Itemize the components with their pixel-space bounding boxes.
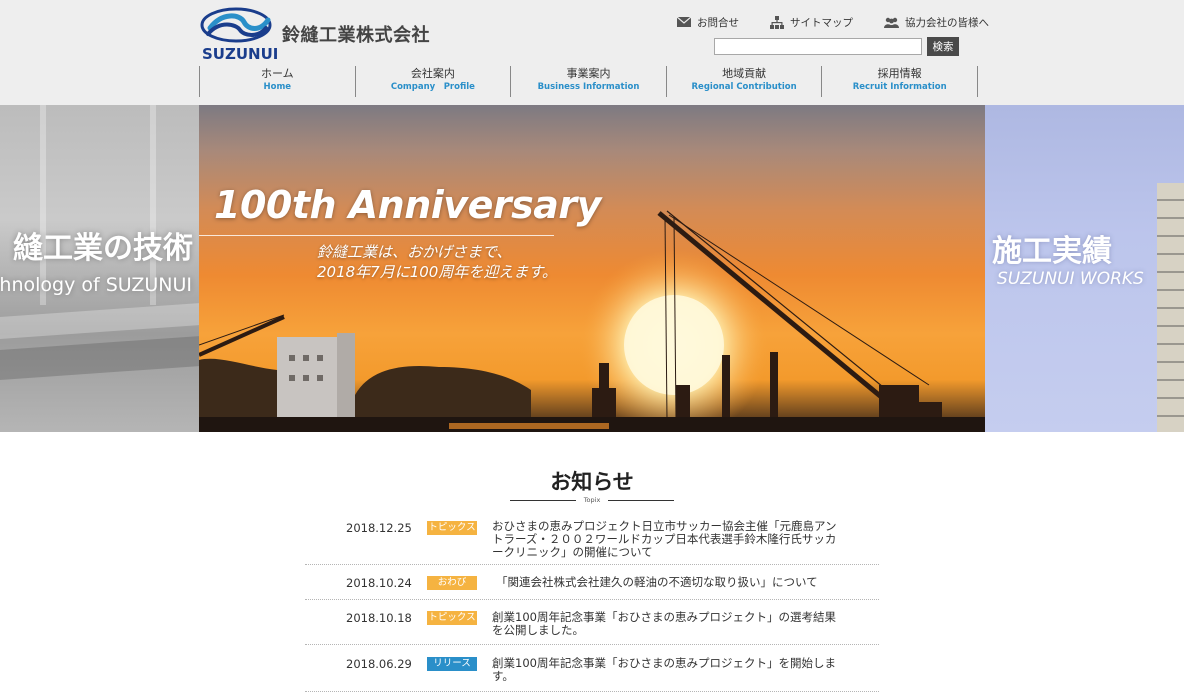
works-subtitle: SUZUNUI WORKS [997, 269, 1144, 289]
heading-divider [510, 500, 576, 501]
site-logo[interactable]: SUZUNUI 鈴縫工業株式会社 [200, 6, 450, 63]
sitemap-icon [770, 15, 784, 29]
nav-label-jp: ホーム [260, 67, 294, 80]
news-badge: トピックス [427, 521, 477, 535]
news-item[interactable]: 2018.12.25 トピックス おひさまの恵みプロジェクト日立市サッカー協会主… [305, 515, 879, 565]
nav-item-business[interactable]: 事業案内 Business Information [511, 66, 667, 97]
news-date: 2018.10.18 [346, 611, 412, 625]
logo-text-en: SUZUNUI [202, 45, 279, 63]
nav-label-en: Recruit Information [852, 82, 947, 92]
news-link[interactable]: おひさまの恵みプロジェクト日立市サッカー協会主催「元鹿島アントラーズ・２００２ワ… [492, 520, 842, 559]
news-list: 2018.12.25 トピックス おひさまの恵みプロジェクト日立市サッカー協会主… [305, 515, 879, 692]
news-heading: お知らせ [550, 470, 634, 494]
contact-label: お問合せ [697, 16, 739, 29]
anniversary-message-line1: 鈴縫工業は、おかげさまで、 [317, 243, 512, 261]
technology-subtitle: chnology of SUZUNUI [0, 274, 192, 296]
nav-item-recruit[interactable]: 採用情報 Recruit Information [822, 66, 978, 97]
site-header: SUZUNUI 鈴縫工業株式会社 お問合せ サイトマップ 協力会社の皆様へ 検索… [0, 0, 1184, 105]
nav-label-jp: 会社案内 [410, 67, 455, 80]
hero-slide-anniversary[interactable]: 100th Anniversary 鈴縫工業は、おかげさまで、 2018年7月に… [199, 105, 985, 432]
news-item[interactable]: 2018.06.29 リリース 創業100周年記念事業「おひさまの恵みプロジェク… [305, 645, 879, 692]
news-link[interactable]: 創業100周年記念事業「おひさまの恵みプロジェクト」を開始します。 [492, 657, 842, 683]
nav-label-jp: 事業案内 [566, 67, 611, 80]
sitemap-label: サイトマップ [790, 16, 853, 29]
nav-label-jp: 地域貢献 [722, 67, 767, 80]
search-button[interactable]: 検索 [927, 37, 959, 56]
news-date: 2018.06.29 [346, 657, 412, 671]
works-title: 施工実績 [992, 234, 1112, 269]
search-input[interactable] [714, 38, 922, 55]
anniversary-title: 100th Anniversary [214, 183, 601, 227]
anniversary-divider [199, 235, 554, 236]
logo-mark-icon [200, 7, 272, 43]
news-link[interactable]: 「関連会社株式会社建久の軽油の不適切な取り扱い」について [496, 576, 846, 589]
news-date: 2018.10.24 [346, 576, 412, 590]
bridge-image [0, 301, 199, 341]
heading-divider [608, 500, 674, 501]
technology-title: 縫工業の技術 [13, 231, 193, 266]
nav-item-regional[interactable]: 地域貢献 Regional Contribution [667, 66, 823, 97]
nav-label-en: Regional Contribution [691, 82, 797, 92]
news-date: 2018.12.25 [346, 521, 412, 535]
mail-icon [677, 17, 691, 27]
hero-slide-technology[interactable]: 縫工業の技術 chnology of SUZUNUI [0, 105, 199, 432]
nav-item-home[interactable]: ホーム Home [200, 66, 356, 97]
hero-slide-works[interactable]: 施工実績 SUZUNUI WORKS [985, 105, 1184, 432]
partners-label: 協力会社の皆様へ [905, 16, 989, 29]
nav-label-jp: 採用情報 [877, 67, 922, 80]
news-link[interactable]: 創業100周年記念事業「おひさまの恵みプロジェクト」の選考結果を公開しました。 [492, 611, 842, 637]
news-item[interactable]: 2018.10.18 トピックス 創業100周年記念事業「おひさまの恵みプロジェ… [305, 600, 879, 645]
news-subheading: Topix [583, 496, 601, 504]
anniversary-message-line2: 2018年7月に100周年を迎えます。 [317, 263, 557, 281]
news-item[interactable]: 2018.10.24 おわび 「関連会社株式会社建久の軽油の不適切な取り扱い」に… [305, 565, 879, 600]
building-image [1157, 183, 1184, 432]
news-badge: リリース [427, 657, 477, 671]
nav-label-en: Home [263, 82, 292, 92]
global-nav: ホーム Home 会社案内 Company Profile 事業案内 Busin… [199, 66, 978, 97]
nav-item-company[interactable]: 会社案内 Company Profile [356, 66, 512, 97]
contact-link[interactable]: お問合せ [677, 14, 739, 30]
bridge-image [0, 334, 199, 382]
sitemap-link[interactable]: サイトマップ [770, 14, 853, 30]
anniversary-message: 鈴縫工業は、おかげさまで、 2018年7月に100周年を迎えます。 [317, 242, 557, 282]
people-icon [884, 17, 899, 28]
company-name: 鈴縫工業株式会社 [282, 25, 430, 46]
hero-carousel: 縫工業の技術 chnology of SUZUNUI 100th Anniver… [0, 105, 1184, 432]
nav-label-en: Company Profile [390, 82, 475, 92]
news-badge: おわび [427, 576, 477, 590]
news-badge: トピックス [427, 611, 477, 625]
partners-link[interactable]: 協力会社の皆様へ [884, 14, 989, 30]
nav-label-en: Business Information [537, 82, 640, 92]
